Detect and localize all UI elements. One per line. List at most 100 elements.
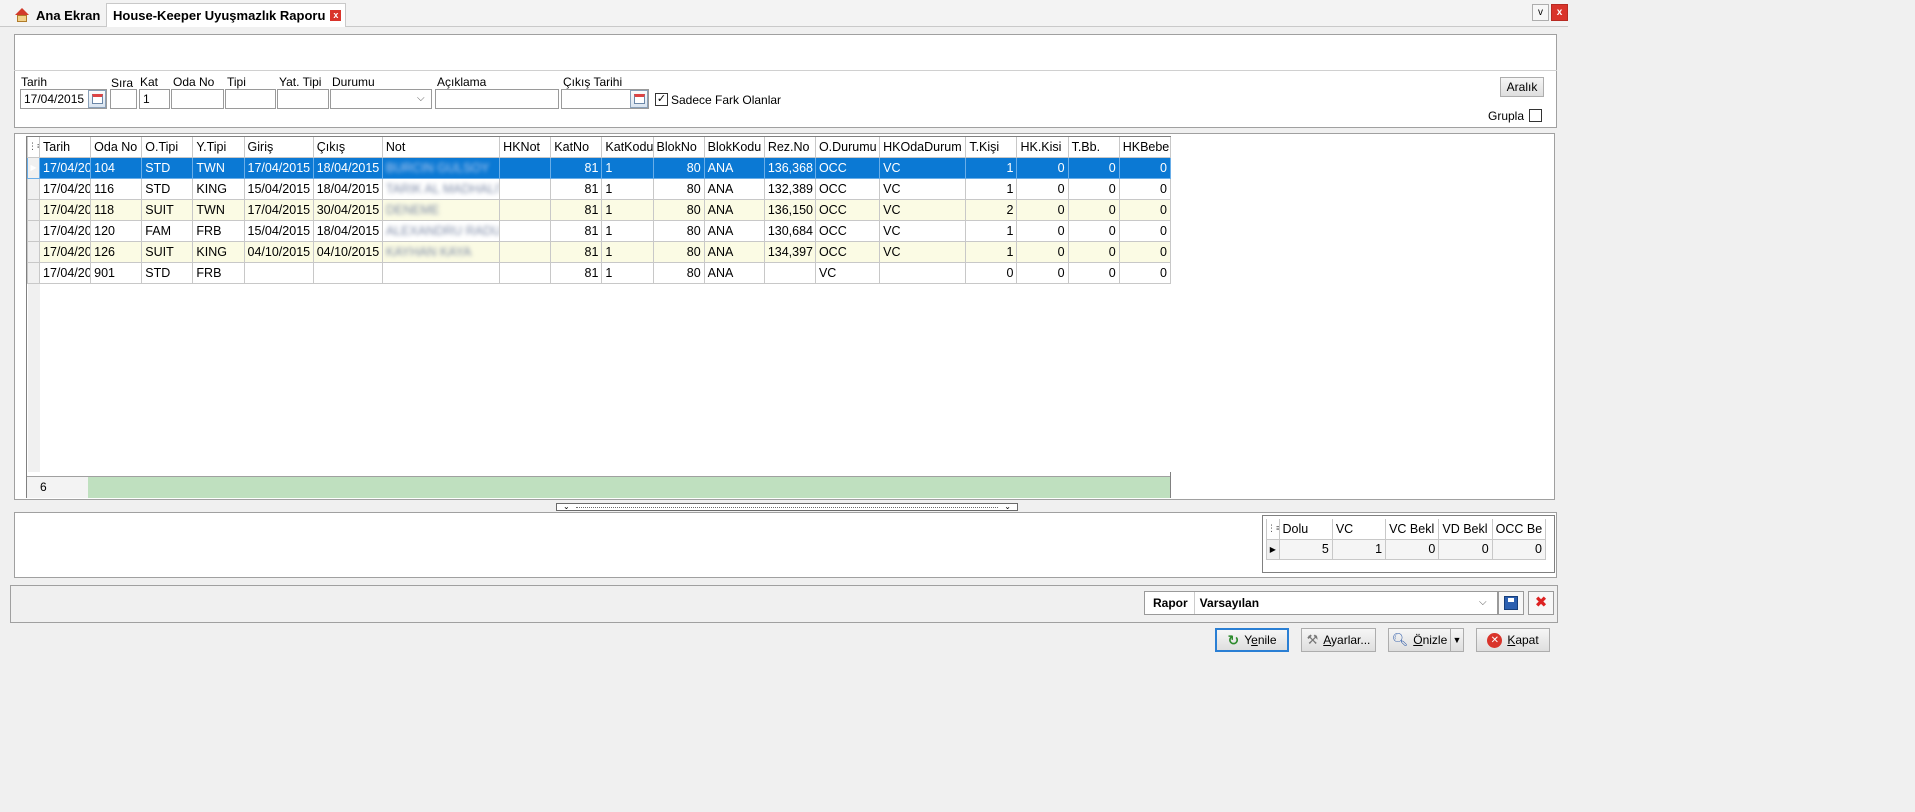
col-header[interactable]: Y.Tipi — [192, 137, 245, 158]
table-cell — [1068, 346, 1120, 367]
table-cell: STD — [141, 261, 194, 284]
table-cell: TWN — [192, 156, 245, 179]
onizle-dropdown-button[interactable]: ▼ — [1450, 628, 1464, 652]
summary-row[interactable]: ▶ 5 1 0 0 0 — [1266, 538, 1547, 560]
onizle-button[interactable]: 🔍︎ Önizle — [1388, 628, 1451, 652]
table-cell — [1016, 451, 1069, 472]
aciklama-input[interactable] — [435, 89, 559, 109]
column-chooser-icon[interactable]: ⋮≡ — [1266, 519, 1280, 540]
sadece-fark-checkbox[interactable]: ✓ — [655, 93, 668, 106]
tab-housekeeper-report[interactable]: House-Keeper Uyuşmazlık Raporu x — [106, 3, 347, 27]
col-header[interactable]: KatKodu — [601, 137, 654, 158]
table-cell — [90, 304, 142, 325]
tipi-input[interactable] — [225, 89, 276, 109]
table-cell — [1119, 304, 1171, 325]
col-header[interactable]: Çıkış — [312, 137, 383, 158]
col-header[interactable]: HKNot — [499, 137, 552, 158]
table-cell — [1068, 304, 1120, 325]
col-header[interactable]: Rez.No — [763, 137, 816, 158]
durumu-select[interactable]: ⌵ — [330, 89, 432, 109]
col-header[interactable]: BlokKodu — [703, 137, 765, 158]
column-chooser-icon[interactable]: ⋮≡ — [26, 137, 41, 158]
table-cell — [499, 283, 551, 304]
col-header[interactable]: BlokNo — [652, 137, 705, 158]
table-cell — [815, 325, 880, 346]
table-cell — [499, 367, 551, 388]
table-cell: STD — [141, 177, 194, 200]
panel-splitter[interactable]: ⌄ ⌄ — [556, 503, 1018, 511]
col-header[interactable]: T.Kişi — [965, 137, 1018, 158]
chevron-down-icon[interactable]: v — [1532, 4, 1549, 21]
empty-row — [27, 346, 1171, 367]
tab-label: Ana Ekran — [36, 7, 101, 23]
table-row[interactable]: ▶17/04/2015104STDTWN17/04/201518/04/2015… — [26, 156, 1172, 179]
table-cell: 1 — [601, 240, 654, 263]
ayarlar-button[interactable]: ⚒ Ayarlar... — [1301, 628, 1376, 652]
table-cell: 81 — [550, 219, 603, 242]
save-report-button[interactable] — [1498, 591, 1524, 615]
table-cell — [499, 304, 551, 325]
row-indicator-icon — [26, 198, 41, 221]
table-cell — [313, 367, 383, 388]
col-header[interactable]: O.Tipi — [141, 137, 194, 158]
kat-input[interactable]: 1 — [139, 89, 170, 109]
window-close-icon[interactable]: x — [1551, 4, 1568, 21]
table-cell: 0 — [1016, 261, 1069, 284]
durumu-label: Durumu — [332, 75, 375, 89]
col-header[interactable]: Oda No — [90, 137, 143, 158]
table-cell: BURCIN GULSOY — [381, 156, 501, 179]
col-header[interactable]: HKOdaDurum — [879, 137, 967, 158]
calendar-button[interactable] — [88, 90, 106, 108]
table-cell — [965, 451, 1017, 472]
table-cell — [90, 451, 142, 472]
yenile-button[interactable]: ↻ Yenile — [1215, 628, 1289, 652]
table-cell — [1016, 430, 1069, 451]
table-cell — [499, 346, 551, 367]
table-cell — [1119, 388, 1171, 409]
col-header[interactable]: Not — [381, 137, 501, 158]
aralik-button[interactable]: Aralık — [1500, 77, 1544, 97]
redacted-note: BURCIN GULSOY — [385, 160, 490, 175]
table-cell — [764, 388, 816, 409]
col-header[interactable]: T.Bb. — [1067, 137, 1120, 158]
delete-report-button[interactable]: ✖ — [1528, 591, 1554, 615]
kapat-button[interactable]: ✕ Kapat — [1476, 628, 1550, 652]
grupla-checkbox[interactable] — [1529, 109, 1542, 122]
oda-no-input[interactable] — [171, 89, 224, 109]
table-cell: VC — [879, 219, 967, 242]
rapor-select[interactable]: Rapor Varsayılan ⌵ — [1144, 591, 1498, 615]
table-cell — [1016, 367, 1069, 388]
col-header[interactable]: HK.Kisi — [1016, 137, 1069, 158]
table-cell — [704, 451, 765, 472]
table-cell — [704, 388, 765, 409]
table-row[interactable]: 17/04/2015120FAMFRB15/04/201518/04/2015A… — [26, 219, 1172, 242]
col-header[interactable]: Giriş — [243, 137, 314, 158]
table-cell — [499, 451, 551, 472]
col-header[interactable]: Tarih — [39, 137, 92, 158]
sira-input[interactable] — [110, 89, 137, 109]
table-cell: 80 — [652, 156, 705, 179]
col-header[interactable]: HKBebe — [1118, 137, 1172, 158]
summary-col-header: VC Bekl — [1385, 519, 1440, 540]
table-cell — [550, 283, 602, 304]
table-row[interactable]: 17/04/2015901STDFRB81180ANAVC0000 — [26, 261, 1172, 284]
yat-tipi-input[interactable] — [277, 89, 329, 109]
table-cell — [653, 430, 705, 451]
table-cell — [879, 283, 966, 304]
table-cell — [601, 451, 654, 472]
col-header[interactable]: KatNo — [550, 137, 603, 158]
table-row[interactable]: 17/04/2015116STDKING15/04/201518/04/2015… — [26, 177, 1172, 200]
table-cell — [601, 346, 654, 367]
table-cell: 81 — [550, 177, 603, 200]
table-row[interactable]: 17/04/2015126SUITKING04/10/201504/10/201… — [26, 240, 1172, 263]
table-row[interactable]: 17/04/2015118SUITTWN17/04/201530/04/2015… — [26, 198, 1172, 221]
tab-ana-ekran[interactable]: Ana Ekran — [8, 3, 106, 27]
col-header[interactable]: O.Durumu — [814, 137, 881, 158]
yenile-label: Yenile — [1244, 633, 1277, 647]
calendar-button[interactable] — [630, 90, 648, 108]
ayarlar-label: Ayarlar... — [1323, 633, 1371, 647]
table-cell: 120 — [90, 219, 143, 242]
tab-close-icon[interactable]: x — [330, 10, 342, 21]
calendar-icon — [633, 94, 645, 104]
table-cell: 18/04/2015 — [312, 219, 383, 242]
